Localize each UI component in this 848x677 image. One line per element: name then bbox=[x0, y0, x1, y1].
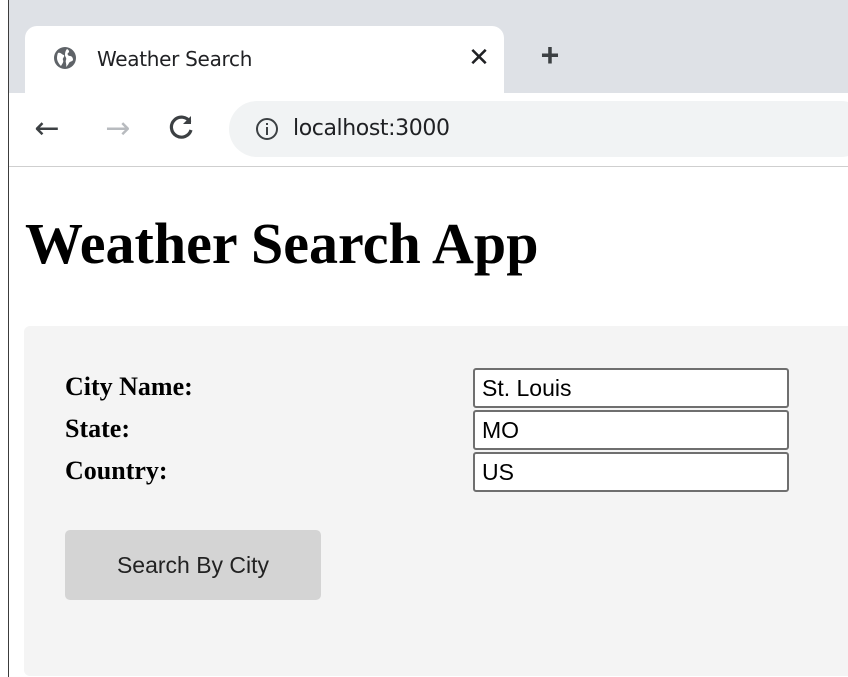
window-edge bbox=[0, 0, 9, 677]
globe-icon bbox=[54, 47, 76, 69]
address-bar[interactable]: localhost:3000 bbox=[229, 101, 848, 157]
tab-weather-search[interactable]: Weather Search ✕ bbox=[25, 26, 504, 93]
search-by-city-button[interactable]: Search By City bbox=[65, 530, 321, 600]
tab-title: Weather Search bbox=[97, 47, 253, 71]
state-input[interactable] bbox=[473, 410, 789, 450]
browser-toolbar: ← → localhost:3000 bbox=[9, 93, 848, 167]
close-tab-icon[interactable]: ✕ bbox=[466, 44, 492, 70]
forward-arrow-icon[interactable]: → bbox=[102, 113, 134, 145]
reload-glyph bbox=[169, 115, 193, 139]
back-arrow-icon[interactable]: ← bbox=[31, 113, 63, 145]
url-text[interactable]: localhost:3000 bbox=[293, 116, 450, 142]
tab-strip: Weather Search ✕ + bbox=[9, 0, 848, 93]
info-icon[interactable] bbox=[255, 117, 279, 141]
new-tab-button[interactable]: + bbox=[535, 39, 565, 71]
page-title: Weather Search App bbox=[25, 211, 539, 276]
city-name-label: City Name: bbox=[65, 372, 193, 401]
city-name-input[interactable] bbox=[473, 368, 789, 408]
state-label: State: bbox=[65, 414, 130, 443]
country-label: Country: bbox=[65, 456, 168, 485]
search-form-panel: City Name: State: Country: Search By Cit… bbox=[24, 326, 848, 676]
browser-chrome: Weather Search ✕ + ← → localhost:3000 bbox=[9, 0, 848, 167]
reload-icon[interactable] bbox=[165, 113, 197, 145]
country-input[interactable] bbox=[473, 452, 789, 492]
